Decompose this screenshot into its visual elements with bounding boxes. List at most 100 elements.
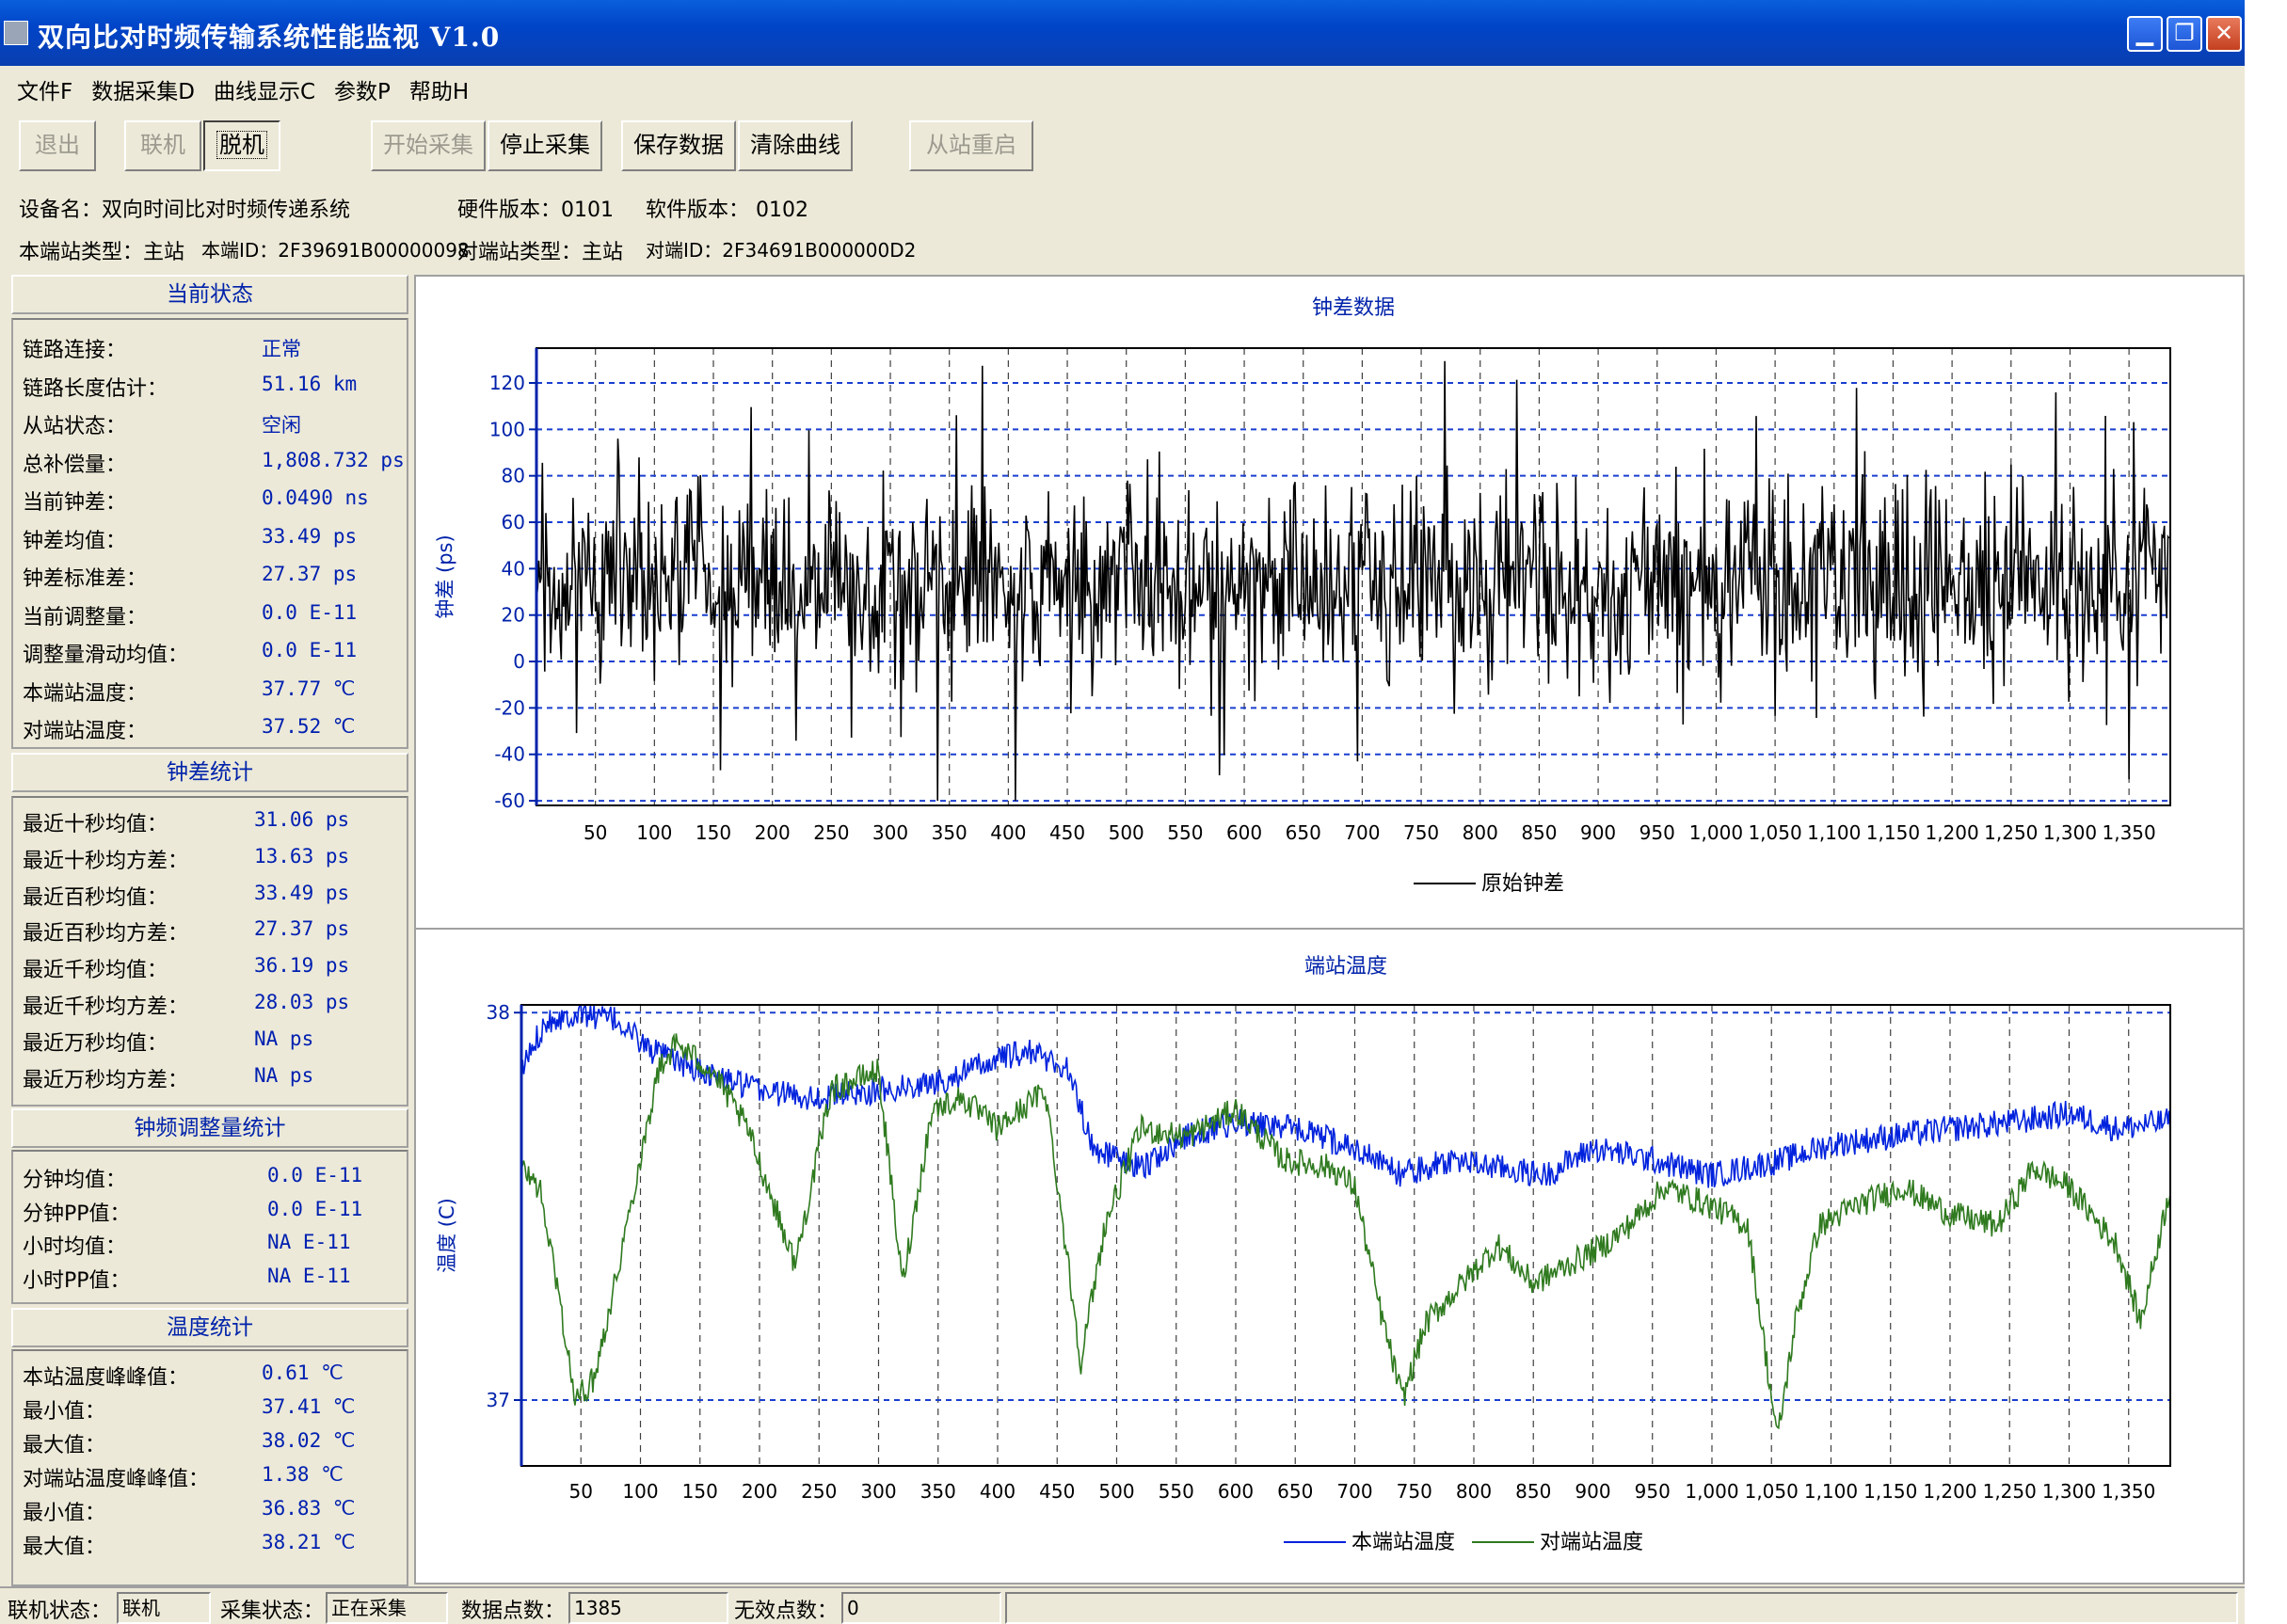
- window-title: 双向比对时频传输系统性能监视 V1.0: [38, 22, 501, 53]
- app-icon[interactable]: [4, 21, 28, 45]
- status-panel: 当前状态 链路连接： 正常 链路长度估计： 51.16 km 从站状态： 空闲 总补偿量： 1,…: [8, 275, 410, 1592]
- clock-diff-y-tick-label: 0: [513, 650, 525, 673]
- clock-diff-y-tick-label: -60: [494, 789, 525, 812]
- title-bar[interactable]: 双向比对时频传输系统性能监视 V1.0 ▁ ❐ ✕: [0, 0, 2245, 66]
- disconnect-button[interactable]: 脱机: [203, 120, 280, 171]
- current-status-value: 0.0490 ns: [262, 486, 369, 509]
- temperature-chart-title: 端站温度: [1304, 955, 1387, 979]
- current-status-label: 总补偿量：: [23, 453, 127, 477]
- temperature-x-tick-label: 900: [1575, 1480, 1610, 1503]
- acquisition-status-value: 正在采集: [326, 1592, 448, 1624]
- adjust-stats-label: 分钟均值：: [23, 1169, 127, 1192]
- current-status-label: 钟差均值：: [23, 529, 127, 553]
- menu-curve-display[interactable]: 曲线显示C: [214, 73, 315, 105]
- current-status-value: 0.0 E-11: [262, 639, 358, 661]
- temperature-plot-frame: [520, 1004, 2171, 1467]
- current-status-value: 空闲: [262, 414, 301, 437]
- temperature-x-tick-label: 1,250: [1983, 1480, 2037, 1503]
- clock-stats-label: 最近十秒均值：: [23, 813, 168, 836]
- clock-diff-x-tick-label: 200: [755, 821, 791, 844]
- adjust-stats-label: 小时PP值：: [23, 1268, 131, 1293]
- close-icon[interactable]: ✕: [2206, 16, 2242, 52]
- temperature-x-tick-label: 250: [801, 1480, 837, 1503]
- clock-diff-x-tick-label: 150: [696, 821, 731, 844]
- temperature-x-tick-label: 650: [1277, 1480, 1313, 1503]
- clock-diff-x-tick-label: 1,300: [2043, 821, 2097, 844]
- temperature-y-tick-label: 37: [487, 1389, 510, 1411]
- clock-diff-x-tick-label: 650: [1286, 821, 1321, 844]
- temperature-stats-value: 37.41 ℃: [262, 1395, 356, 1418]
- slave-restart-button[interactable]: 从站重启: [909, 120, 1033, 171]
- temperature-stats-value: 36.83 ℃: [262, 1497, 356, 1520]
- clock-diff-x-tick-label: 100: [636, 821, 672, 844]
- data-points-value: 1385: [568, 1592, 728, 1624]
- status-spare-panel: [1005, 1592, 2238, 1624]
- temperature-x-tick-label: 1,100: [1804, 1480, 1858, 1503]
- temperature-stats-value: 38.02 ℃: [262, 1429, 356, 1452]
- clock-diff-x-tick-label: 1,150: [1866, 821, 1920, 844]
- clock-diff-y-axis-label: 钟差 (ps): [434, 534, 456, 618]
- menu-help[interactable]: 帮助H: [409, 73, 469, 105]
- clock-stats-value: 33.49 ps: [254, 881, 350, 904]
- stop-acquisition-button[interactable]: 停止采集: [488, 120, 602, 171]
- current-status-label: 调整量滑动均值：: [23, 644, 189, 667]
- temperature-x-tick-label: 600: [1218, 1480, 1254, 1503]
- temperature-stats-header: 温度统计: [11, 1308, 408, 1347]
- current-status-value: 27.37 ps: [262, 563, 358, 585]
- clock-diff-x-tick-label: 1,200: [1925, 821, 1978, 844]
- clock-diff-x-tick-label: 900: [1580, 821, 1616, 844]
- clock-diff-y-tick-label: 80: [502, 465, 525, 487]
- menu-parameters[interactable]: 参数P: [334, 73, 391, 105]
- clock-diff-x-tick-label: 950: [1639, 821, 1675, 844]
- temperature-x-tick-label: 1,300: [2042, 1480, 2096, 1503]
- device-name: 设备名：双向时间比对时频传递系统: [19, 199, 351, 222]
- clock-diff-chart-title: 钟差数据: [1312, 296, 1395, 320]
- temperature-x-tick-label: 1,350: [2102, 1480, 2155, 1503]
- clock-diff-y-tick-label: 40: [502, 557, 525, 580]
- local-station-id: 本端ID：2F39691B00000098: [201, 239, 470, 262]
- temperature-series-line-0: [520, 1004, 2171, 1188]
- status-bar: 联机状态： 联机 采集状态： 正在采集 数据点数： 1385 无效点数： 0: [0, 1586, 2245, 1624]
- acquisition-status-label: 采集状态：: [220, 1600, 325, 1623]
- clock-stats-value: 36.19 ps: [254, 954, 350, 978]
- connect-button[interactable]: 联机: [124, 120, 201, 171]
- clock-diff-x-tick-label: 350: [932, 821, 968, 844]
- menu-file[interactable]: 文件F: [17, 73, 72, 105]
- minimize-icon[interactable]: ▁: [2127, 16, 2163, 52]
- restore-icon[interactable]: ❐: [2167, 16, 2202, 52]
- clock-stats-label: 最近万秒均方差：: [23, 1068, 189, 1092]
- temperature-stats-label: 最大值：: [23, 1536, 106, 1559]
- temperature-stats-label: 对端站温度峰峰值：: [23, 1468, 210, 1491]
- software-version: 软件版本： 0102: [646, 199, 808, 222]
- temperature-legend-label: 对端站温度: [1540, 1531, 1643, 1554]
- clock-diff-y-tick-label: -40: [494, 743, 525, 766]
- clear-curve-button[interactable]: 清除曲线: [738, 120, 853, 171]
- clock-stats-box: [11, 796, 408, 1107]
- current-status-label: 当前调整量：: [23, 605, 148, 629]
- start-acquisition-button[interactable]: 开始采集: [371, 120, 486, 171]
- temperature-x-tick-label: 800: [1456, 1480, 1492, 1503]
- save-data-button[interactable]: 保存数据: [621, 120, 736, 171]
- temperature-y-tick-label: 38: [487, 1001, 510, 1024]
- clock-stats-label: 最近千秒均值：: [23, 959, 168, 983]
- clock-diff-x-tick-label: 600: [1226, 821, 1262, 844]
- temperature-x-tick-label: 700: [1336, 1480, 1372, 1503]
- invalid-points-value: 0: [841, 1592, 1001, 1624]
- adjust-stats-value: 0.0 E-11: [267, 1164, 363, 1186]
- exit-button[interactable]: 退出: [19, 120, 96, 171]
- adjust-stats-label: 分钟PP值：: [23, 1202, 131, 1226]
- clock-diff-x-tick-label: 1,350: [2102, 821, 2155, 844]
- clock-stats-header: 钟差统计: [11, 753, 408, 792]
- menu-data-acquisition[interactable]: 数据采集D: [91, 73, 195, 105]
- temperature-legend-label: 本端站温度: [1351, 1531, 1455, 1554]
- temperature-x-tick-label: 1,150: [1863, 1480, 1917, 1503]
- current-status-label: 钟差标准差：: [23, 567, 148, 591]
- temperature-x-tick-label: 1,200: [1923, 1480, 1976, 1503]
- clock-diff-y-tick-label: 60: [502, 511, 525, 533]
- temperature-stats-label: 最小值：: [23, 1502, 106, 1525]
- clock-diff-x-tick-label: 250: [813, 821, 849, 844]
- temperature-stats-value: 1.38 ℃: [262, 1463, 344, 1486]
- adjust-stats-value: 0.0 E-11: [267, 1197, 363, 1220]
- clock-stats-value: 31.06 ps: [254, 808, 350, 831]
- clock-diff-x-tick-label: 850: [1521, 821, 1557, 844]
